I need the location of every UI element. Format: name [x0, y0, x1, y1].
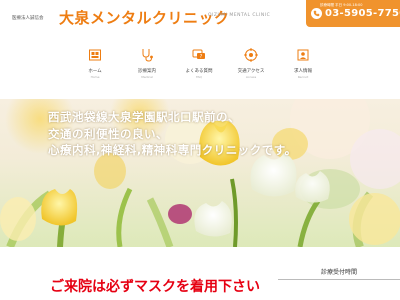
phone-icon	[311, 8, 322, 19]
hours-title: 診療受付時間	[321, 269, 358, 276]
nav-item-access[interactable]: 交通アクセス Access	[226, 44, 276, 90]
hero-line-2: 交通の利便性の良い、	[48, 126, 168, 141]
main-nav: ホーム Home 診療案内 Medical ? よくある質問 FAQ 交通アクセ…	[70, 44, 340, 90]
nav-label-medical: 診療案内	[138, 69, 156, 74]
nav-en-medical: Medical	[141, 75, 153, 79]
location-icon	[244, 48, 258, 62]
home-icon	[89, 49, 101, 61]
nav-en-faq: FAQ	[196, 75, 202, 79]
nav-item-recruit[interactable]: 求人情報 Recruit	[278, 44, 328, 90]
question-icon: ?	[192, 49, 205, 60]
recruit-icon	[297, 49, 309, 61]
nav-label-faq: よくある質問	[185, 69, 213, 74]
nav-en-recruit: Recruit	[297, 75, 309, 79]
nav-item-faq[interactable]: ? よくある質問 FAQ	[174, 44, 224, 90]
hours-divider	[278, 279, 400, 280]
svg-text:?: ?	[200, 54, 203, 60]
nav-label-recruit: 求人情報	[294, 69, 312, 74]
hero-text: 西武池袋線大泉学園駅北口駅前の、 交通の利便性の良い、 心療内科,神経科,精神科…	[48, 109, 297, 159]
nav-label-access: 交通アクセス	[237, 69, 265, 74]
site-header: 医療法人誠信会 大泉メンタルクリニック OIZUMI MENTAL CLINIC…	[0, 0, 400, 34]
hero-line-3: 心療内科,神経科,精神科専門クリニックです。	[48, 143, 297, 157]
nav-en-home: Home	[90, 75, 100, 79]
nav-item-medical[interactable]: 診療案内 Medical	[122, 44, 172, 90]
site-subtitle: OIZUMI MENTAL CLINIC	[208, 13, 271, 18]
stethoscope-icon	[142, 49, 153, 62]
hero-line-1: 西武池袋線大泉学園駅北口駅前の、	[48, 110, 240, 124]
mask-notice: ご来院は必ずマスクを着用下さい	[50, 279, 260, 295]
tel-number[interactable]: 03-5905-7750	[325, 8, 400, 19]
nav-label-home: ホーム	[88, 69, 102, 74]
nav-en-access: Access	[245, 75, 257, 79]
corporation-name: 医療法人誠信会	[12, 16, 44, 21]
hero-image: 西武池袋線大泉学園駅北口駅前の、 交通の利便性の良い、 心療内科,神経科,精神科…	[0, 99, 400, 247]
nav-item-home[interactable]: ホーム Home	[70, 44, 120, 90]
tel-box[interactable]: 診療時間 平日 9:00-18:00 03-5905-7750	[306, 0, 400, 27]
site-title[interactable]: 大泉メンタルクリニック	[59, 7, 230, 28]
